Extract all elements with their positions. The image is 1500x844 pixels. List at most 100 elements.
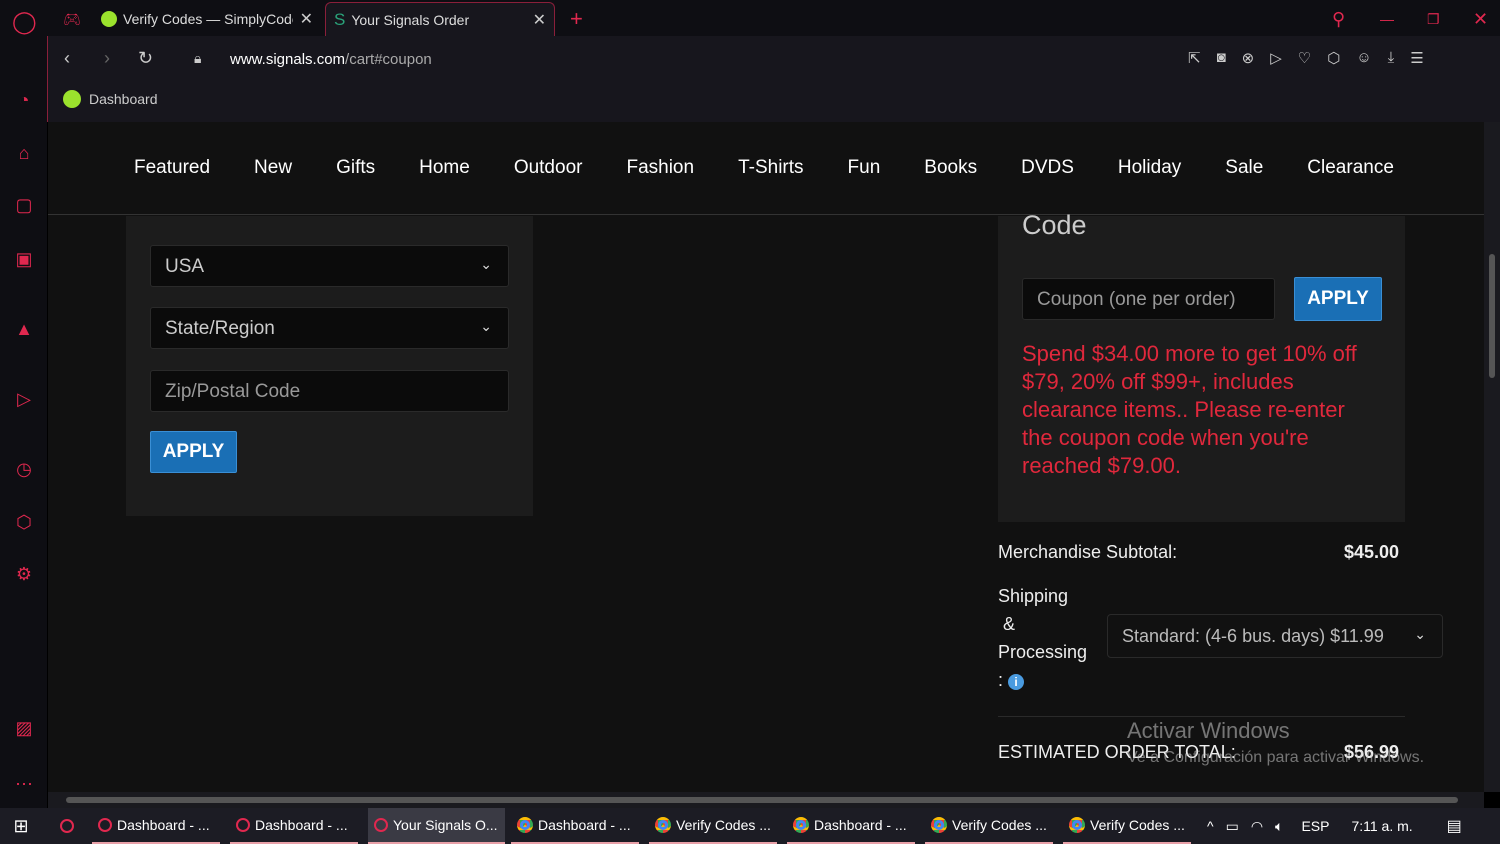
battery-icon[interactable]: ▭ xyxy=(1226,818,1239,835)
nav-clearance[interactable]: Clearance xyxy=(1307,157,1394,179)
scroll-thumb[interactable] xyxy=(66,797,1458,803)
send-icon[interactable]: ▷ xyxy=(1270,49,1282,67)
profile-icon[interactable]: ☺ xyxy=(1356,49,1371,67)
taskbar-item[interactable]: Verify Codes ... xyxy=(925,808,1053,844)
taskbar-item[interactable]: Your Signals O... xyxy=(368,808,505,844)
chevron-down-icon: ⌄ xyxy=(1414,626,1426,642)
chrome-icon xyxy=(793,817,809,833)
language-indicator[interactable]: ESP xyxy=(1301,818,1329,834)
heart-icon[interactable]: ♡ xyxy=(1298,49,1311,67)
bookmarks-bar: Dashboard xyxy=(47,84,1500,122)
chrome-icon xyxy=(1069,817,1085,833)
close-tab-icon[interactable]: ✕ xyxy=(300,9,313,29)
speed-dial-icon[interactable]: ◔ xyxy=(12,88,36,112)
back-button[interactable]: ‹ xyxy=(64,48,70,69)
history-icon[interactable]: ◷ xyxy=(12,457,36,481)
nav-featured[interactable]: Featured xyxy=(134,157,210,179)
music-icon[interactable]: ▣ xyxy=(12,247,36,271)
zip-input[interactable]: Zip/Postal Code xyxy=(150,370,509,412)
forward-button[interactable]: › xyxy=(104,48,110,69)
nav-fun[interactable]: Fun xyxy=(848,157,881,179)
taskbar-item[interactable]: Dashboard - ... xyxy=(511,808,639,844)
nav-books[interactable]: Books xyxy=(924,157,977,179)
chrome-icon xyxy=(655,817,671,833)
volume-icon[interactable]: 🔈︎ xyxy=(1275,818,1283,835)
country-select[interactable]: USA ⌄ xyxy=(150,245,509,287)
divider xyxy=(998,716,1405,717)
nav-sale[interactable]: Sale xyxy=(1225,157,1263,179)
chevron-down-icon: ⌄ xyxy=(480,318,492,334)
nav-fashion[interactable]: Fashion xyxy=(626,157,694,179)
tab-verify-codes[interactable]: Verify Codes — SimplyCodes ✕ xyxy=(93,2,321,36)
opera-icon xyxy=(98,818,112,832)
state-select[interactable]: State/Region ⌄ xyxy=(150,307,509,349)
taskbar-item[interactable]: Verify Codes ... xyxy=(1063,808,1191,844)
settings-icon[interactable]: ⚙ xyxy=(12,562,36,586)
simplycodes-icon xyxy=(63,90,81,108)
taskbar-item[interactable]: Dashboard - ... xyxy=(787,808,915,844)
chrome-icon xyxy=(517,817,533,833)
download-icon[interactable]: ⤓ xyxy=(1388,49,1395,67)
shipping-estimator: USA ⌄ State/Region ⌄ Zip/Postal Code APPLY xyxy=(126,216,533,516)
cube-icon[interactable]: ⬡ xyxy=(1327,49,1340,67)
opera-icon xyxy=(374,818,388,832)
gx-icon[interactable]: 🎮︎ xyxy=(55,2,89,36)
signals-icon: S xyxy=(334,9,346,29)
coupon-panel: Code Coupon (one per order) APPLY Spend … xyxy=(998,210,1405,522)
nav-tshirts[interactable]: T-Shirts xyxy=(738,157,803,179)
tray-chevron-icon[interactable]: ^ xyxy=(1207,818,1214,834)
coupon-input[interactable]: Coupon (one per order) xyxy=(1022,278,1275,320)
windows-start-icon[interactable]: ⊞ xyxy=(0,816,42,837)
browser-sidebar: ◯ ◔ ⌂ ▢ ▣ ▲ ▷ ◷ ⬡ ⚙ ▨ ⋯ xyxy=(0,0,47,808)
taskbar-item[interactable]: Verify Codes ... xyxy=(649,808,777,844)
tab-signals-order[interactable]: S Your Signals Order ✕ xyxy=(325,2,555,36)
shipping-apply-button[interactable]: APPLY xyxy=(150,431,237,473)
page-content: Featured New Gifts Home Outdoor Fashion … xyxy=(48,122,1484,792)
taskbar-item[interactable]: Dashboard - ... xyxy=(230,808,358,844)
scroll-thumb[interactable] xyxy=(1489,254,1495,378)
player-icon[interactable]: ▷ xyxy=(12,387,36,411)
extensions-icon[interactable]: ⬡ xyxy=(12,510,36,534)
shopping-icon[interactable]: ⌂ xyxy=(12,141,36,165)
opera-taskbar-icon[interactable] xyxy=(42,819,92,833)
snapshot-icon[interactable]: ◙ xyxy=(1217,49,1226,67)
menu-icon[interactable]: ☰ xyxy=(1410,49,1423,67)
nav-outdoor[interactable]: Outdoor xyxy=(514,157,583,179)
chrome-icon xyxy=(931,817,947,833)
new-tab-button[interactable]: + xyxy=(562,2,591,36)
url-field[interactable]: www.signals.com/cart#coupon xyxy=(230,51,432,68)
opera-logo-icon[interactable]: ◯ xyxy=(12,10,37,34)
more-icon[interactable]: ⋯ xyxy=(12,772,36,796)
close-window-button[interactable]: ✕ xyxy=(1465,2,1496,36)
horizontal-scrollbar[interactable] xyxy=(48,792,1484,808)
minimize-button[interactable]: — xyxy=(1372,2,1402,36)
nav-home[interactable]: Home xyxy=(419,157,470,179)
coupon-apply-button[interactable]: APPLY xyxy=(1294,277,1382,321)
gallery-icon[interactable]: ▨ xyxy=(12,716,36,740)
vertical-scrollbar[interactable] xyxy=(1484,122,1500,792)
coupon-message: Spend $34.00 more to get 10% off $79, 20… xyxy=(1022,341,1357,478)
search-icon[interactable]: ⚲ xyxy=(1324,2,1353,36)
address-bar: ‹ › ↻ 🔒︎ www.signals.com/cart#coupon ⇱ ◙ ⊗… xyxy=(47,36,1500,84)
coupon-heading: Code xyxy=(1022,210,1087,240)
nav-dvds[interactable]: DVDS xyxy=(1021,157,1074,179)
reload-button[interactable]: ↻ xyxy=(138,48,153,69)
bookmark-dashboard[interactable]: Dashboard xyxy=(63,90,158,108)
activation-watermark-subtitle: Ve a Configuración para activar Windows. xyxy=(1127,749,1425,766)
shipping-label: Shipping & Processing : i xyxy=(998,586,1088,690)
clock[interactable]: 7:11 a. m. xyxy=(1351,818,1412,834)
close-tab-icon[interactable]: ✕ xyxy=(533,10,546,30)
adblock-icon[interactable]: ⊗ xyxy=(1242,49,1255,67)
nav-holiday[interactable]: Holiday xyxy=(1118,157,1181,179)
restore-button[interactable]: ❐ xyxy=(1419,2,1448,36)
wifi-icon[interactable]: ◠ xyxy=(1251,818,1263,835)
taskbar-item[interactable]: Dashboard - ... xyxy=(92,808,220,844)
aria-icon[interactable]: ▲ xyxy=(12,317,36,341)
shipping-method-select[interactable]: Standard: (4-6 bus. days) $11.99 ⌄ xyxy=(1107,614,1443,658)
info-icon[interactable]: i xyxy=(1008,674,1025,690)
nav-new[interactable]: New xyxy=(254,157,292,179)
nav-gifts[interactable]: Gifts xyxy=(336,157,375,179)
share-icon[interactable]: ⇱ xyxy=(1188,49,1201,67)
notifications-icon[interactable]: ▤ xyxy=(1447,816,1462,836)
twitch-icon[interactable]: ▢ xyxy=(12,193,36,217)
